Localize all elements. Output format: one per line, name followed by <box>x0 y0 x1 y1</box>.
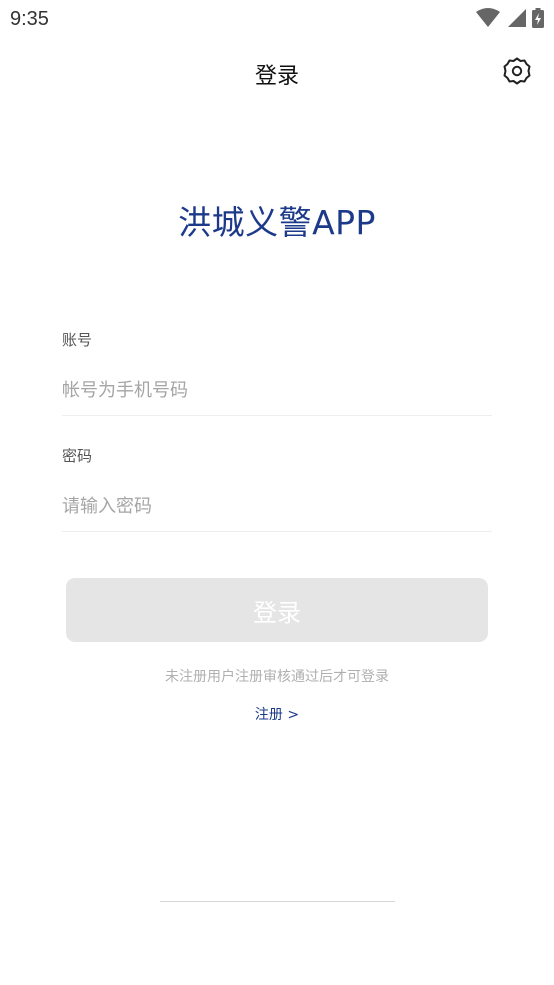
status-bar: 9:35 <box>0 0 554 38</box>
password-input[interactable] <box>62 481 492 532</box>
register-hint-text: 未注册用户注册审核通过后才可登录 <box>165 669 389 685</box>
cellular-signal-icon <box>508 9 526 27</box>
gear-icon <box>503 57 531 85</box>
wifi-icon <box>476 8 500 27</box>
register-link[interactable]: 注册 > <box>0 704 554 724</box>
status-time: 9:35 <box>10 8 49 30</box>
account-field: 账号 <box>62 330 492 416</box>
password-field: 密码 <box>62 446 492 532</box>
settings-button[interactable] <box>500 54 534 88</box>
app-name-heading: 洪城义警APP <box>178 203 376 242</box>
login-button[interactable]: 登录 <box>66 578 488 642</box>
password-label: 密码 <box>62 447 93 465</box>
app-bar: 登录 <box>0 40 554 104</box>
battery-charging-icon <box>532 8 544 28</box>
page-title: 登录 <box>254 64 299 89</box>
account-input[interactable] <box>62 365 492 416</box>
account-label: 账号 <box>62 331 93 349</box>
bottom-divider <box>160 901 395 902</box>
status-icons <box>476 8 544 28</box>
